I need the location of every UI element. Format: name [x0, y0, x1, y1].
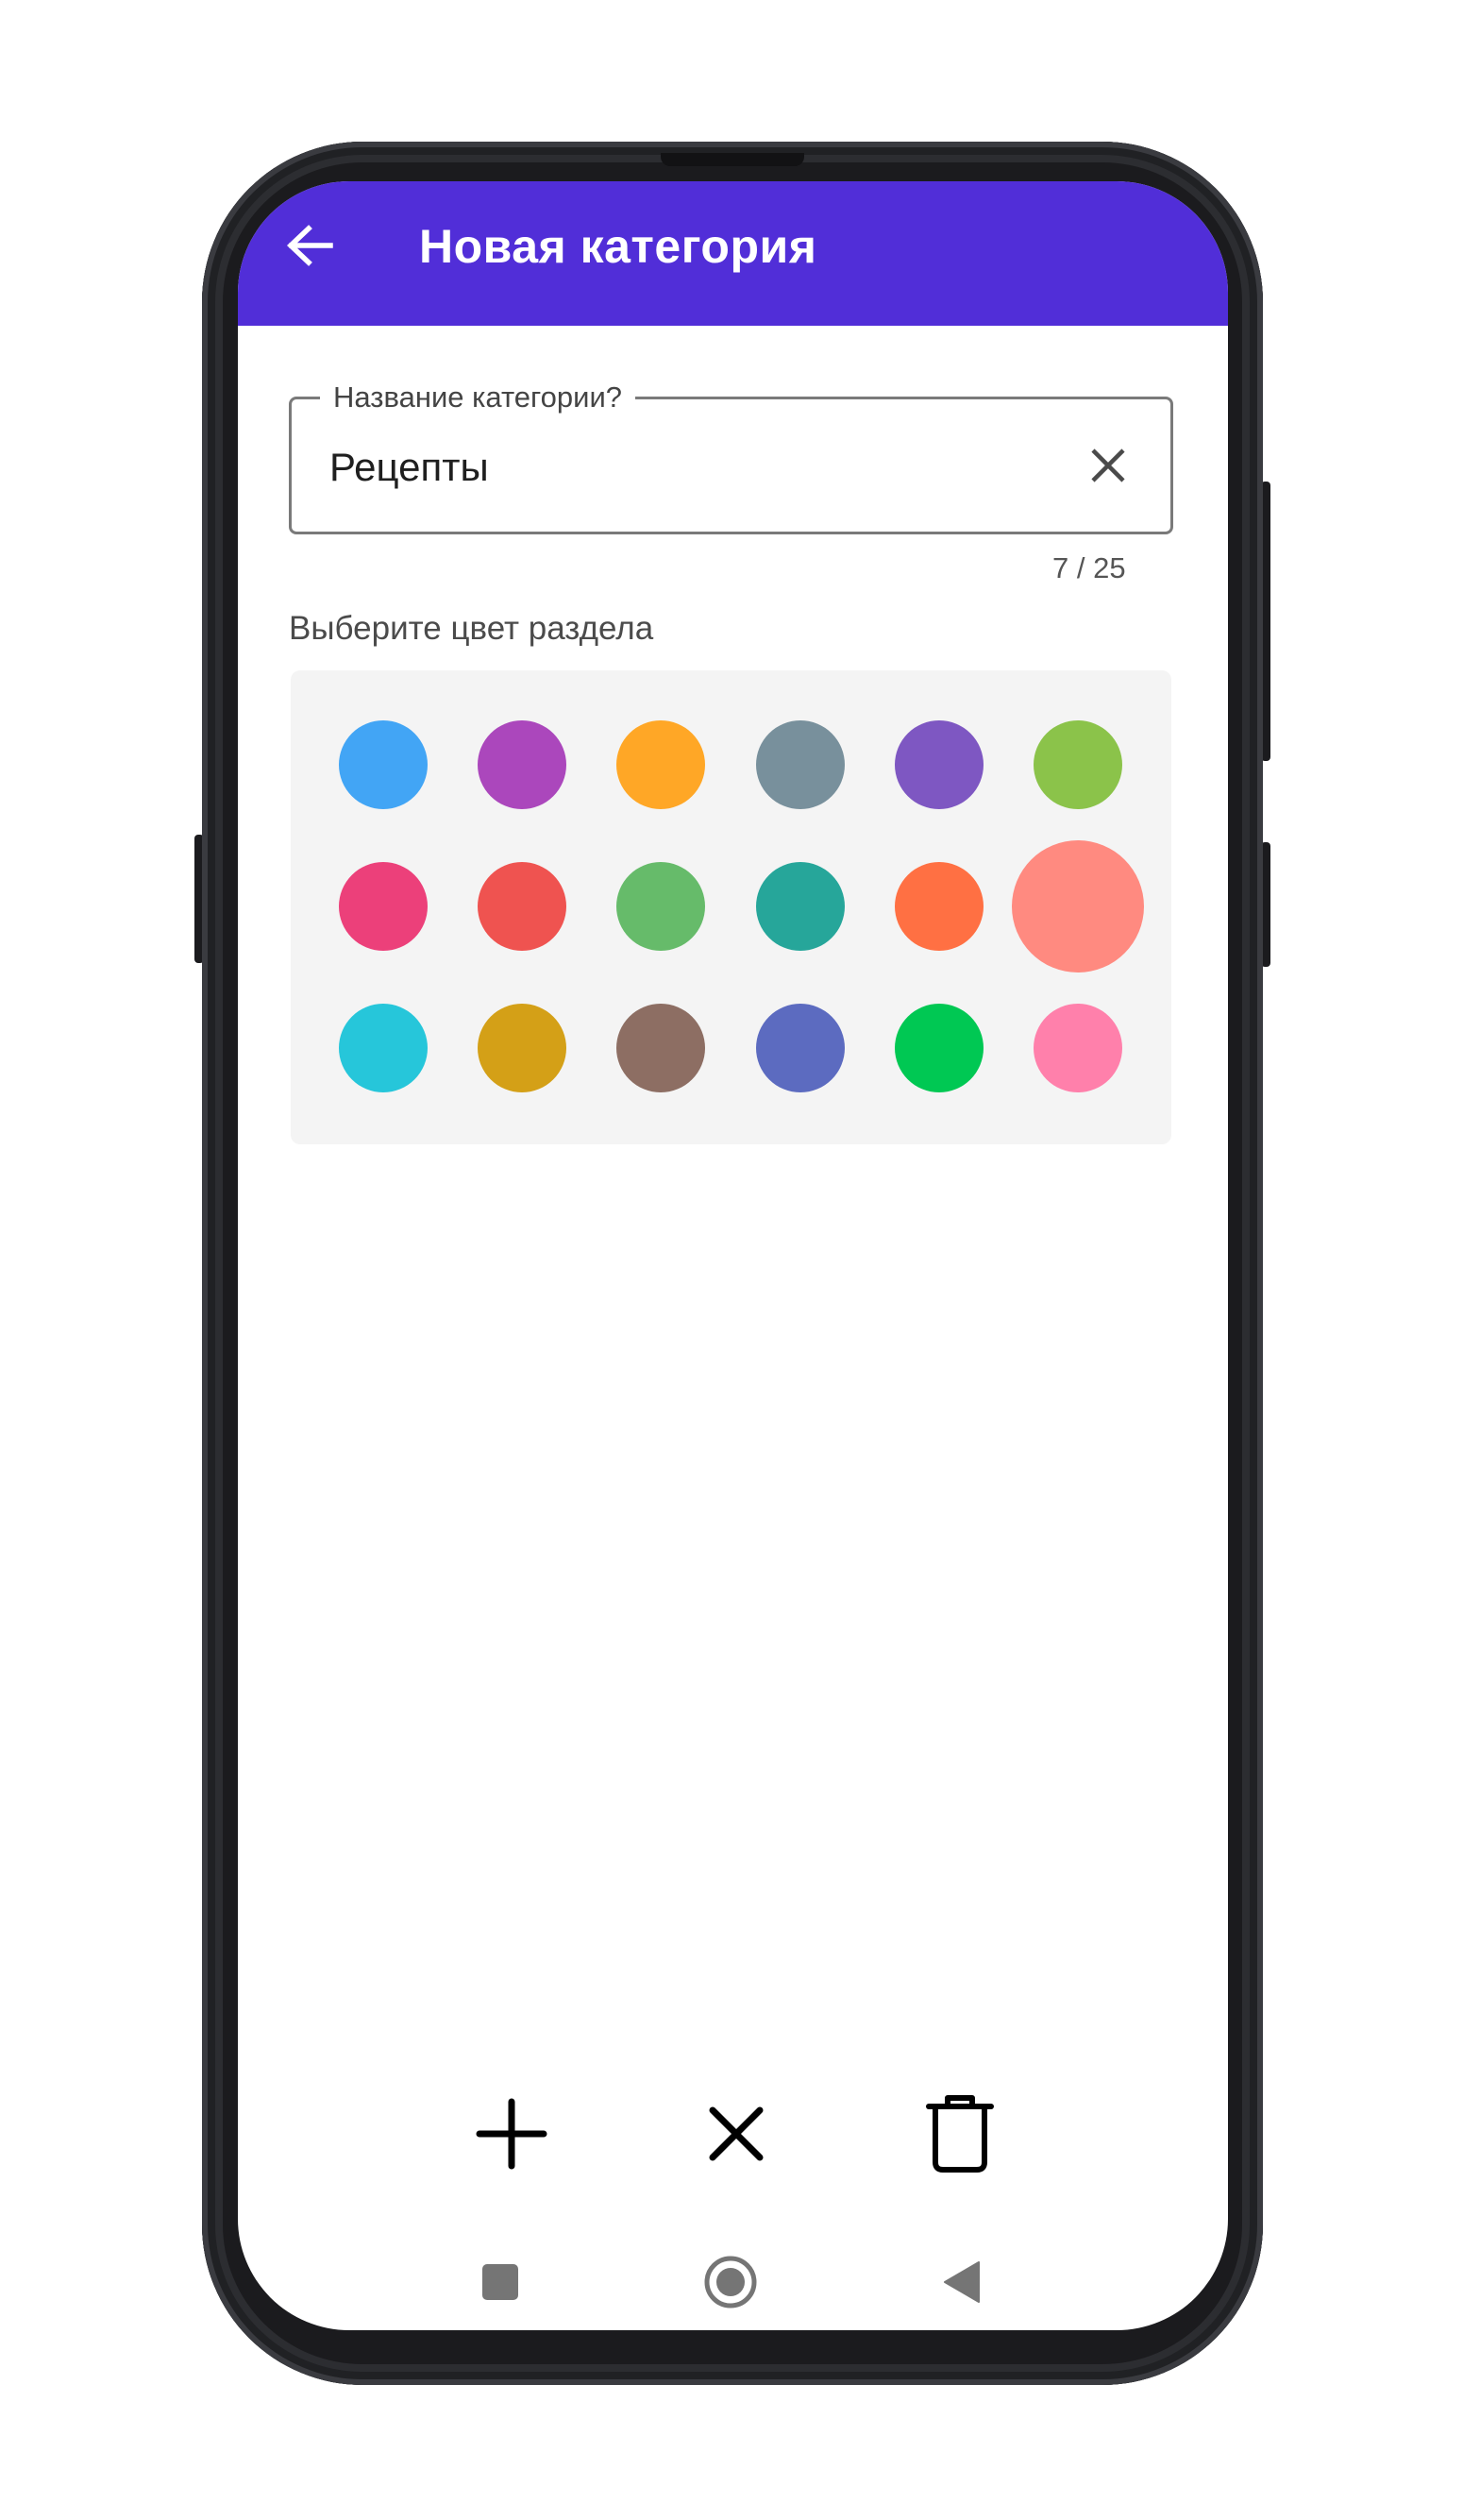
close-icon [1091, 448, 1125, 482]
color-swatch-selected[interactable] [1012, 840, 1144, 972]
arrow-left-icon [287, 225, 333, 266]
color-palette [291, 670, 1171, 1144]
color-swatch[interactable] [1034, 1004, 1122, 1092]
category-name-input[interactable] [329, 445, 1047, 490]
page: Новая категория Название категории? 7 / … [0, 0, 1463, 2520]
clear-button[interactable] [1084, 441, 1133, 490]
app-bar: Новая категория [238, 181, 1228, 326]
color-swatch[interactable] [478, 720, 566, 809]
nav-back-button[interactable] [929, 2249, 995, 2315]
color-swatch[interactable] [1034, 720, 1122, 809]
color-swatch[interactable] [895, 1004, 984, 1092]
color-swatch[interactable] [478, 862, 566, 951]
circle-icon [704, 2256, 757, 2309]
color-swatch[interactable] [756, 1004, 845, 1092]
trash-icon [926, 2095, 994, 2173]
category-name-label: Название категории? [320, 381, 636, 414]
color-swatch[interactable] [339, 720, 428, 809]
app-screen: Новая категория Название категории? 7 / … [238, 181, 1228, 2330]
phone-notch [661, 153, 804, 166]
character-counter: 7 / 25 [1052, 551, 1126, 584]
delete-button[interactable] [913, 2087, 1007, 2181]
add-button[interactable] [464, 2087, 559, 2181]
square-icon [482, 2264, 518, 2300]
triangle-back-icon [944, 2261, 980, 2303]
nav-recents-button[interactable] [467, 2249, 533, 2315]
color-swatch[interactable] [339, 1004, 428, 1092]
back-button[interactable] [281, 217, 338, 274]
color-swatch[interactable] [895, 720, 984, 809]
color-section-label: Выберите цвет раздела [289, 610, 654, 647]
color-swatch[interactable] [339, 862, 428, 951]
nav-home-button[interactable] [698, 2249, 764, 2315]
color-swatch[interactable] [756, 720, 845, 809]
plus-icon [476, 2098, 547, 2170]
color-swatch[interactable] [616, 1004, 705, 1092]
color-swatch[interactable] [478, 1004, 566, 1092]
color-swatch[interactable] [616, 720, 705, 809]
category-name-field[interactable]: Название категории? [289, 381, 1173, 534]
color-swatch[interactable] [756, 862, 845, 951]
color-swatch[interactable] [616, 862, 705, 951]
cancel-button[interactable] [689, 2087, 783, 2181]
page-title: Новая категория [419, 220, 817, 273]
color-swatch[interactable] [895, 862, 984, 951]
close-icon [709, 2106, 764, 2161]
